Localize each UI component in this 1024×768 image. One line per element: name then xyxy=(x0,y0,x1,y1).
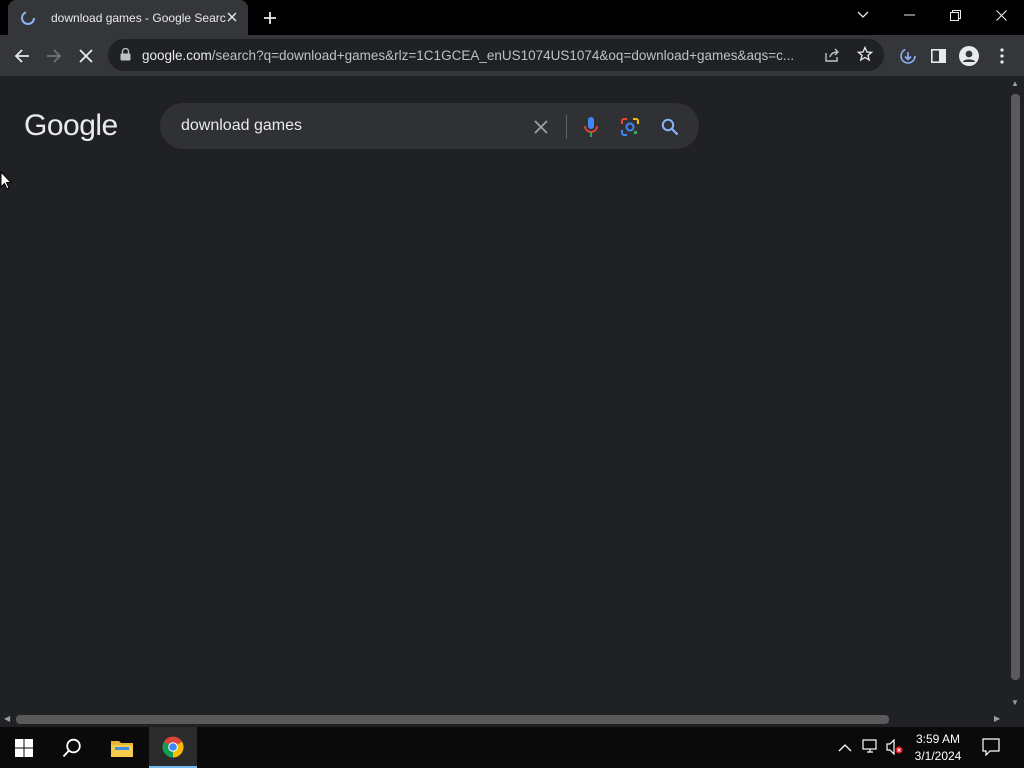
back-button[interactable] xyxy=(9,43,35,69)
stop-loading-button[interactable] xyxy=(73,43,99,69)
scroll-up-icon[interactable]: ▲ xyxy=(1011,79,1019,88)
vertical-scroll-thumb[interactable] xyxy=(1011,94,1020,680)
notifications-icon[interactable] xyxy=(982,738,1000,761)
clock-time: 3:59 AM xyxy=(915,732,961,746)
tab-search-button[interactable] xyxy=(840,0,886,30)
show-hidden-icons-icon[interactable] xyxy=(838,740,852,758)
microphone-icon[interactable] xyxy=(579,115,603,139)
search-box[interactable]: download games xyxy=(160,103,699,149)
mouse-cursor-icon xyxy=(0,170,13,195)
lock-icon[interactable] xyxy=(120,47,131,66)
scrollbar-corner xyxy=(1007,712,1024,727)
profile-avatar-icon[interactable] xyxy=(958,45,980,67)
loading-spinner-icon xyxy=(20,10,36,26)
horizontal-scroll-thumb[interactable] xyxy=(16,715,889,724)
minimize-button[interactable] xyxy=(886,0,932,30)
file-explorer-icon[interactable] xyxy=(98,727,146,768)
url-text: google.com/search?q=download+games&rlz=1… xyxy=(142,47,795,63)
google-logo[interactable]: Google xyxy=(24,109,118,143)
horizontal-scrollbar[interactable]: ◀ ▶ xyxy=(0,712,1007,727)
start-button[interactable] xyxy=(0,727,48,768)
tab-title: download games - Google Search xyxy=(51,10,226,25)
search-icon[interactable] xyxy=(658,115,682,139)
taskbar-search-icon[interactable] xyxy=(48,727,96,768)
system-clock[interactable]: 3:59 AM 3/1/2024 xyxy=(910,731,966,765)
search-divider xyxy=(566,115,567,139)
taskbar-chrome-icon[interactable] xyxy=(149,727,197,768)
browser-toolbar: google.com/search?q=download+games&rlz=1… xyxy=(0,35,1024,76)
search-input[interactable]: download games xyxy=(181,117,302,135)
restore-button[interactable] xyxy=(932,0,978,30)
close-tab-icon[interactable] xyxy=(224,9,240,25)
chrome-menu-icon[interactable] xyxy=(991,45,1013,67)
close-window-button[interactable] xyxy=(978,0,1024,30)
vertical-scrollbar[interactable]: ▲ ▼ xyxy=(1007,76,1024,712)
clock-date: 3/1/2024 xyxy=(914,749,962,763)
browser-tab[interactable]: download games - Google Search xyxy=(8,0,248,35)
volume-muted-icon[interactable] xyxy=(886,738,904,760)
scroll-right-icon[interactable]: ▶ xyxy=(994,714,1000,723)
share-icon[interactable] xyxy=(824,47,840,68)
network-icon[interactable] xyxy=(862,739,880,760)
tab-strip: download games - Google Search xyxy=(0,0,1024,35)
scroll-left-icon[interactable]: ◀ xyxy=(4,714,10,723)
address-bar[interactable]: google.com/search?q=download+games&rlz=1… xyxy=(108,39,884,71)
windows-taskbar: 3:59 AM 3/1/2024 xyxy=(0,727,1024,768)
clear-icon[interactable] xyxy=(529,115,553,139)
side-panel-icon[interactable] xyxy=(927,45,949,67)
page-content: Google download games xyxy=(0,76,1007,712)
new-tab-button[interactable] xyxy=(258,6,282,30)
scroll-down-icon[interactable]: ▼ xyxy=(1011,698,1019,707)
google-lens-icon[interactable] xyxy=(618,115,642,139)
forward-button[interactable] xyxy=(41,43,67,69)
bookmark-star-icon[interactable] xyxy=(856,45,874,67)
download-icon[interactable] xyxy=(897,45,919,67)
